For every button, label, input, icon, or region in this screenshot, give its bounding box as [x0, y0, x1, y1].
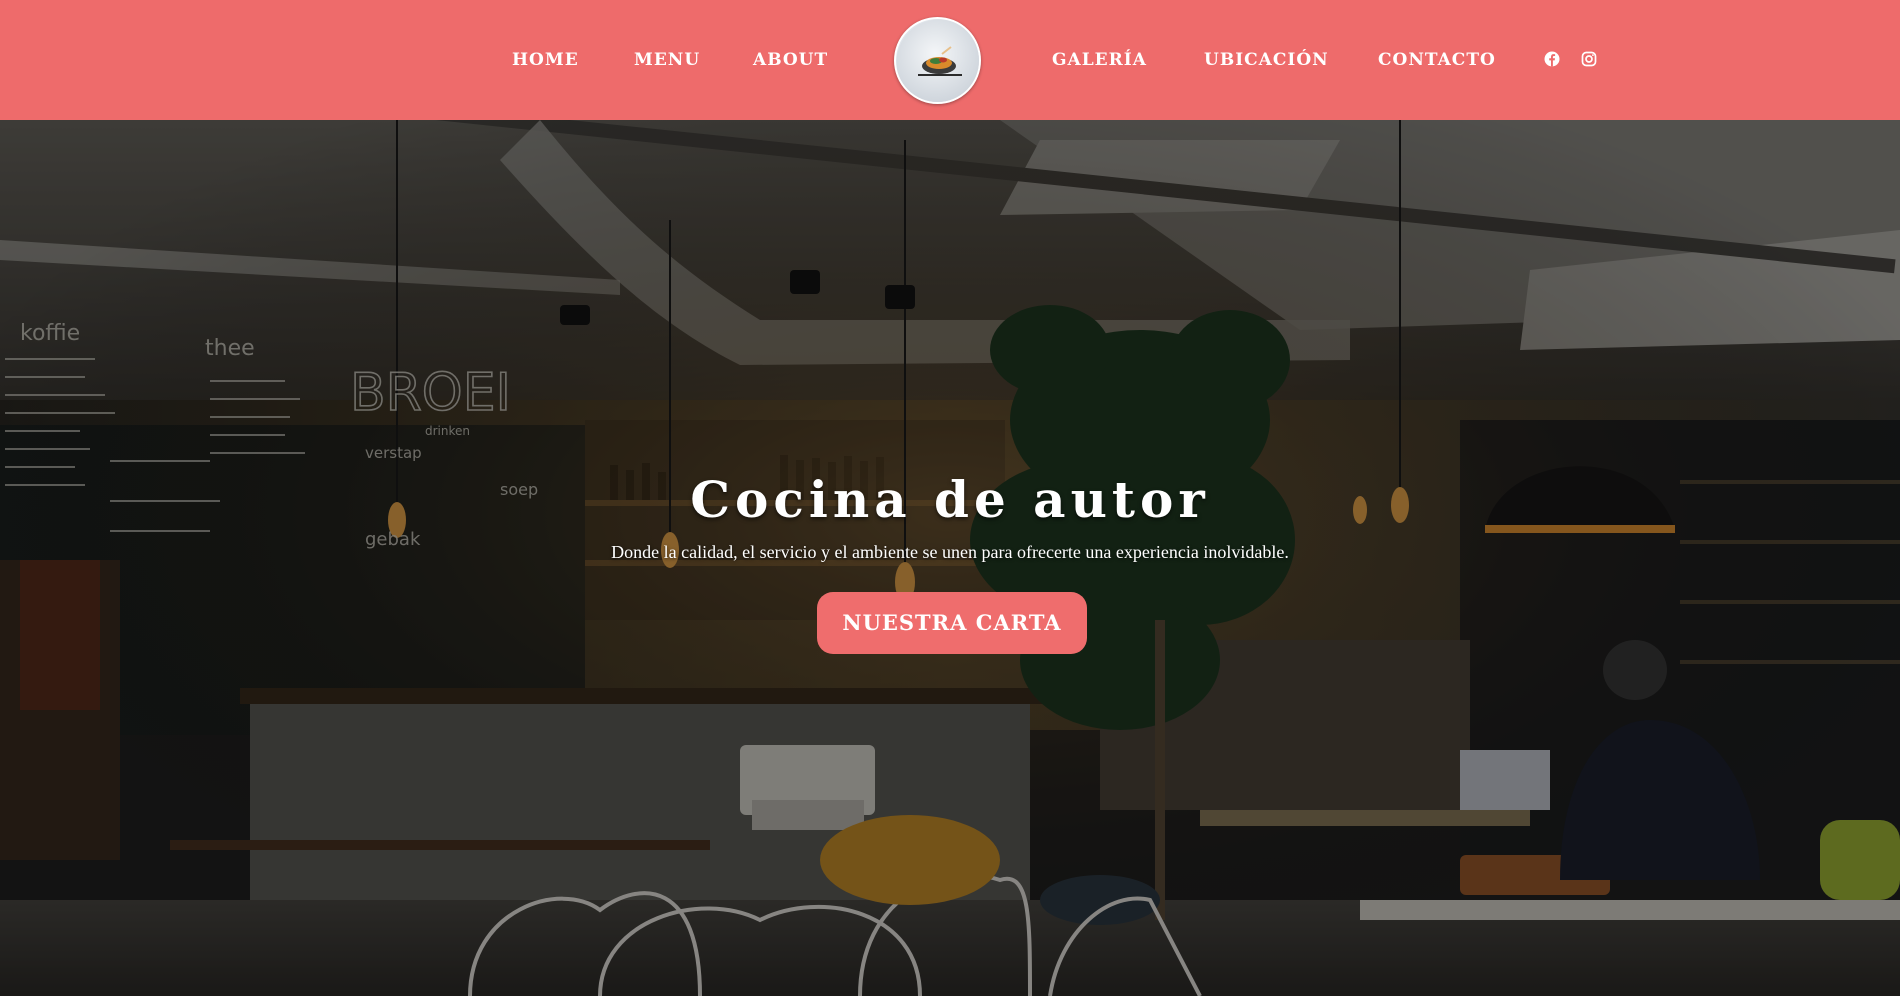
hero-section: koffie thee BROEI drinken verstap gebak …	[0, 120, 1900, 996]
site-logo[interactable]	[894, 17, 981, 104]
facebook-icon	[1544, 51, 1560, 67]
facebook-link[interactable]	[1543, 50, 1561, 68]
instagram-link[interactable]	[1580, 50, 1598, 68]
dish-plate-icon	[896, 19, 979, 102]
nav-menu-link[interactable]: MENU	[634, 47, 700, 73]
site-header: HOME MENU ABOUT GALERÍA UBICACIÓN CONTAC…	[0, 0, 1900, 120]
hero-subtitle: Donde la calidad, el servicio y el ambie…	[611, 542, 1289, 562]
hero-title: Cocina de autor	[690, 470, 1210, 529]
nav-home-link[interactable]: HOME	[512, 47, 579, 73]
nav-about-link[interactable]: ABOUT	[753, 47, 828, 73]
nav-contacto-link[interactable]: CONTACTO	[1378, 47, 1496, 73]
instagram-icon	[1581, 51, 1597, 67]
nuestra-carta-button[interactable]: NUESTRA CARTA	[817, 592, 1087, 654]
nav-galeria-link[interactable]: GALERÍA	[1052, 47, 1147, 73]
nav-ubicacion-link[interactable]: UBICACIÓN	[1204, 47, 1329, 73]
